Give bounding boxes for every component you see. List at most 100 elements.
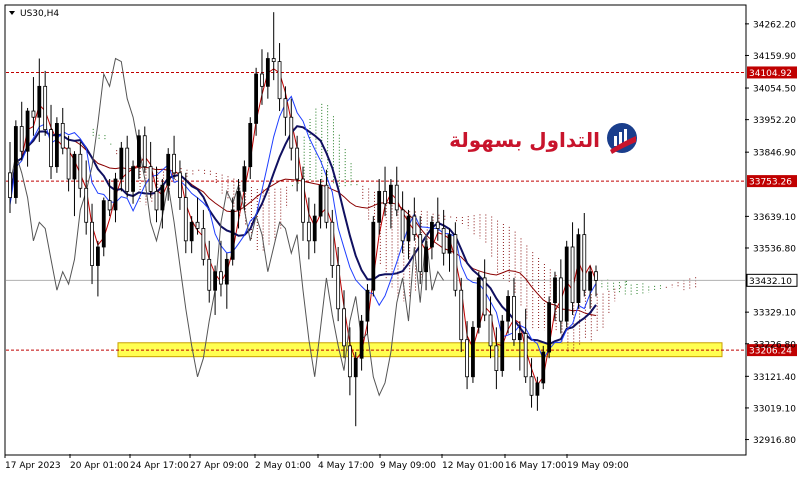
candle-body xyxy=(471,326,475,378)
candle-body xyxy=(54,123,59,168)
candle-body xyxy=(482,277,487,316)
candle-body xyxy=(49,129,53,168)
y-tick-label: 33019.10 xyxy=(753,404,796,414)
candle-body xyxy=(271,58,276,63)
candle-body xyxy=(324,184,329,223)
y-tick-label: 33846.90 xyxy=(753,149,796,159)
candle-body xyxy=(424,246,428,273)
svg-text:التداول بسهولة: التداول بسهولة xyxy=(449,128,600,152)
candle-body xyxy=(465,339,469,378)
candle-body xyxy=(236,190,241,211)
candle-body xyxy=(265,58,270,87)
candle-body xyxy=(137,135,141,168)
candle-body xyxy=(166,153,171,186)
price-chart[interactable]: 34104.9233753.2633206.2433432.1034262.20… xyxy=(0,0,800,478)
candle-body xyxy=(84,187,89,223)
candle-body xyxy=(435,221,440,229)
candle-body xyxy=(418,234,423,273)
candle-body xyxy=(60,123,65,149)
y-tick-label: 34054.50 xyxy=(753,85,796,95)
candle-body xyxy=(383,190,387,205)
candle-body xyxy=(506,296,511,322)
candle-body xyxy=(66,147,71,180)
current-price-label: 33432.10 xyxy=(749,277,792,287)
candle-body xyxy=(459,289,464,341)
candle-body xyxy=(213,271,218,291)
y-tick-label: 34262.20 xyxy=(753,20,796,30)
candle-body xyxy=(37,85,42,118)
candle-body xyxy=(529,376,534,396)
candle-body xyxy=(558,277,563,322)
candle-body xyxy=(365,289,370,322)
y-tick-label: 33226.80 xyxy=(753,340,796,350)
candle-body xyxy=(306,221,311,242)
candle-body xyxy=(183,197,188,242)
candle-body xyxy=(394,184,399,211)
candle-body xyxy=(96,246,100,266)
candle-body xyxy=(353,357,358,378)
candle-body xyxy=(78,153,83,189)
candle-body xyxy=(494,345,499,371)
candle-body xyxy=(13,126,18,198)
x-tick-label: 2 May 01:00 xyxy=(255,461,311,471)
candle-body xyxy=(570,246,575,304)
candle-body xyxy=(43,85,48,130)
candle-body xyxy=(219,271,223,285)
candle-body xyxy=(406,215,411,242)
candle-body xyxy=(142,135,147,168)
candle-body xyxy=(224,258,229,285)
candle-body xyxy=(523,333,528,378)
candle-body xyxy=(541,351,546,384)
candle-body xyxy=(412,215,417,236)
candle-body xyxy=(260,73,264,87)
candle-body xyxy=(201,228,206,260)
candle-body xyxy=(189,221,194,242)
candle-body xyxy=(547,302,552,353)
candle-body xyxy=(318,184,323,217)
y-tick-label: 32916.80 xyxy=(753,436,796,446)
candle-body xyxy=(377,190,382,223)
candle-body xyxy=(8,172,12,198)
candle-body xyxy=(400,209,405,242)
candle-body xyxy=(90,221,94,266)
candle-body xyxy=(441,228,446,254)
candle-body xyxy=(107,200,112,211)
candle-body xyxy=(178,172,182,198)
x-tick-label: 12 May 01:00 xyxy=(442,461,504,471)
candle-body xyxy=(388,184,393,205)
x-tick-label: 9 May 09:00 xyxy=(380,461,436,471)
candle-body xyxy=(535,382,540,396)
candle-body xyxy=(242,166,247,192)
candle-body xyxy=(564,246,569,322)
x-tick-label: 20 Apr 01:00 xyxy=(70,461,129,471)
candle-body xyxy=(371,221,376,291)
candle-body xyxy=(195,221,200,229)
level-label: 33753.26 xyxy=(749,178,792,188)
x-tick-label: 27 Apr 09:00 xyxy=(190,461,249,471)
y-tick-label: 33536.80 xyxy=(753,244,796,254)
candle-body xyxy=(254,73,259,124)
candle-body xyxy=(19,126,24,152)
x-tick-label: 17 Apr 2023 xyxy=(5,461,61,471)
candle-body xyxy=(131,166,135,192)
y-tick-label: 33639.10 xyxy=(753,213,796,223)
candle-body xyxy=(488,314,493,347)
candle-body xyxy=(289,116,294,149)
candle-body xyxy=(248,123,253,168)
candle-body xyxy=(330,221,335,266)
candle-body xyxy=(342,308,346,347)
x-tick-label: 24 Apr 17:00 xyxy=(130,461,189,471)
candle-body xyxy=(476,277,481,328)
candle-body xyxy=(101,200,106,248)
candle-body xyxy=(359,320,364,359)
x-tick-label: 16 May 17:00 xyxy=(505,461,567,471)
candle-body xyxy=(154,190,159,211)
candle-body xyxy=(148,166,153,192)
candle-body xyxy=(512,296,516,341)
candle-body xyxy=(594,271,598,281)
candle-body xyxy=(336,265,341,310)
y-tick-label: 33952.20 xyxy=(753,116,796,126)
candle-body xyxy=(517,333,522,341)
candle-body xyxy=(160,184,165,211)
y-tick-label: 34159.90 xyxy=(753,52,796,62)
